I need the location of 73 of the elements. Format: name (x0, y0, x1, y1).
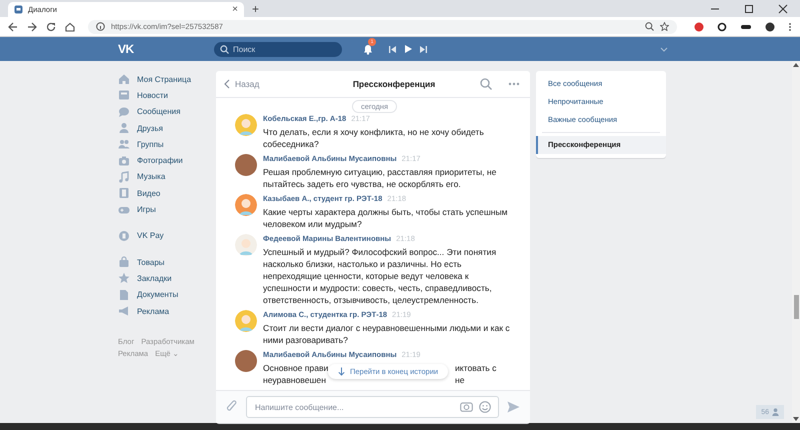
message-text: Основное прави (263, 362, 330, 374)
chevron-left-icon (224, 79, 230, 89)
sidebar-item[interactable]: Новости (118, 87, 210, 104)
sidebar-item[interactable]: Товары (118, 254, 210, 270)
house-icon (118, 73, 130, 86)
sidebar-item[interactable]: Документы (118, 286, 210, 303)
search-icon[interactable] (480, 78, 492, 90)
info-icon (96, 22, 105, 31)
camera-icon[interactable] (460, 401, 473, 412)
chat-title: Пресcконференция (352, 79, 436, 89)
message-text: Стоит ли вести диалог с неуравновешенными людьми и как с ними разговаривать? (263, 322, 511, 346)
sidebar-item[interactable]: Группы (118, 136, 210, 152)
sidebar-item[interactable]: Сообщения (118, 104, 210, 120)
message-text: не (455, 374, 465, 386)
play-icon[interactable] (403, 44, 413, 54)
reload-icon[interactable] (46, 22, 56, 32)
star-icon (118, 272, 130, 284)
speech-bubble-icon (118, 106, 130, 118)
person-icon (772, 408, 779, 416)
chevron-down-icon[interactable] (660, 46, 668, 52)
down-arrow-icon (338, 367, 345, 376)
sidebar-item[interactable]: Закладки (118, 270, 210, 287)
message-text: Что делать, если я хочу конфликта, но не хочу обидеть собеседника? (263, 126, 485, 150)
more-dots-icon[interactable] (508, 82, 520, 86)
search-field[interactable]: Поиск (214, 42, 342, 56)
coin-icon (118, 230, 130, 242)
newspaper-icon (118, 89, 130, 102)
scrollbar-thumb[interactable] (794, 295, 798, 319)
sidebar-item[interactable]: VK Pay (118, 228, 210, 244)
new-tab-button[interactable]: + (252, 3, 260, 15)
message-text: Какие черты характера должны быть, чтобы стать успешным человеком или мудрым? (263, 206, 509, 230)
previous-track-icon[interactable] (388, 44, 397, 54)
profile-avatar-icon[interactable] (765, 22, 775, 32)
menu-icon[interactable] (788, 22, 792, 32)
person-icon (118, 122, 130, 134)
message-text: Успешный и мудрый? Философский вопрос... Эти понятия насколько близки, настолько и различны. Но есть непреходящие ценности, которые ведут человека к успешности и мудрости: совесть, честь, справедливость, ответственность, отзывчивость, целеустремленность. (263, 246, 498, 306)
smiley-icon[interactable] (479, 401, 491, 413)
people-icon (118, 138, 130, 150)
sidebar-item[interactable]: Игры (118, 201, 210, 218)
next-track-icon[interactable] (419, 44, 428, 54)
scroll-down-icon (793, 417, 799, 421)
megaphone-icon (118, 305, 130, 317)
sidebar-item[interactable]: Фотографии (118, 152, 210, 169)
tab-close-button[interactable]: × (232, 4, 238, 14)
scroll-up-icon (793, 63, 799, 67)
bell-icon[interactable] (362, 43, 374, 55)
home-icon[interactable] (65, 22, 75, 32)
sidebar-item[interactable]: Музыка (118, 168, 210, 186)
maximize-icon[interactable] (744, 4, 754, 14)
close-icon[interactable] (778, 4, 788, 14)
zoom-icon[interactable] (645, 22, 654, 31)
camera-icon (118, 154, 130, 167)
message-input-field[interactable]: Напишите сообщение... (246, 396, 499, 418)
chat-bubble-icon (14, 5, 23, 14)
extension-icon[interactable] (694, 22, 704, 32)
document-icon (118, 288, 130, 301)
message-text: иктовать с (455, 362, 496, 374)
back-link[interactable]: Назад (224, 79, 294, 89)
shopping-bag-icon (118, 256, 130, 268)
ring-icon[interactable] (717, 22, 727, 32)
forward-arrow-icon[interactable] (27, 22, 37, 32)
star-icon[interactable] (660, 22, 669, 31)
scrollbar[interactable] (792, 61, 800, 423)
message-text: Решая проблемную ситуацию, расставляя приоритеты, не пытайтесь задеть его чувства, не оскорблять его. (263, 166, 498, 190)
back-arrow-icon[interactable] (8, 22, 18, 32)
message-text: неуравновешен (263, 374, 327, 386)
film-icon (118, 187, 130, 200)
sidebar-item[interactable]: Видео (118, 185, 210, 202)
sidebar-item[interactable]: Друзья (118, 120, 210, 136)
sidebar-item[interactable]: Реклама (118, 302, 210, 320)
logo[interactable]: VK (118, 42, 214, 56)
music-note-icon (118, 170, 130, 183)
sidebar-item[interactable]: Моя Страница (118, 71, 210, 88)
